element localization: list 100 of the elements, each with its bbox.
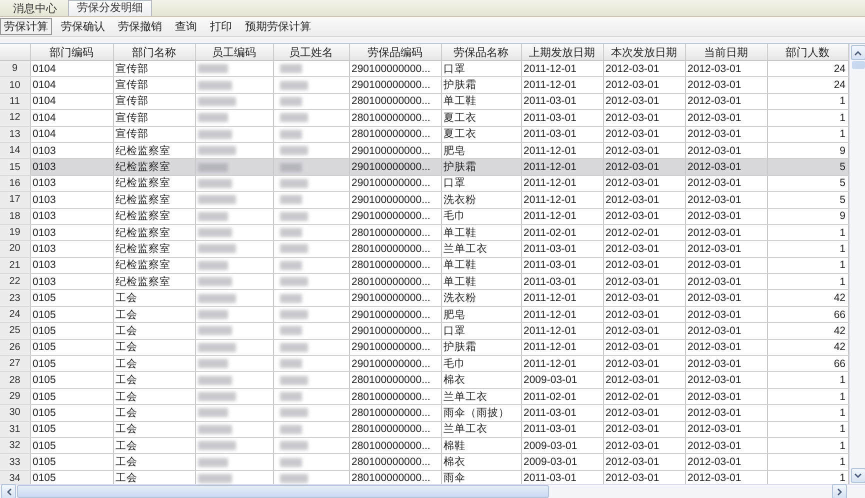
tab[interactable]: 消息中心 [4, 2, 66, 16]
blurred-text [198, 359, 228, 368]
table-row[interactable]: 14 0103 纪检监察室 290100000000... 肥皂 2011-12-01 2012-03-01 2012-03-01 9 [0, 142, 848, 159]
blurred-text [198, 244, 236, 254]
table-row[interactable]: 31 0105 工会 280100000000... 兰单工衣 2011-03-01 2012-03-01 2012-03-01 1 [0, 421, 848, 438]
table-cell: 2012-03-01 [603, 158, 685, 176]
table-row[interactable]: 18 0103 纪检监察室 290100000000... 毛巾 2011-12-01 2012-03-01 2012-03-01 9 [0, 208, 848, 224]
blurred-text [280, 474, 308, 483]
row-number: 22 [0, 274, 30, 290]
table-cell: 1 [767, 372, 848, 388]
table-cell: 雨伞（雨披） [441, 404, 521, 422]
scroll-right-button[interactable] [832, 484, 847, 498]
table-row[interactable]: 33 0105 工会 280100000000... 棉衣 2009-03-01 2012-03-01 2012-03-01 1 [0, 454, 848, 470]
toolbar-button[interactable]: 查询 [171, 18, 201, 35]
blurred-text [198, 326, 232, 336]
table-row[interactable]: 30 0105 工会 280100000000... 雨伞（雨披） 2011-03-01 2012-03-01 2012-03-01 1 [0, 404, 848, 422]
table-row[interactable]: 23 0105 工会 290100000000... 洗衣粉 2011-12-01 2012-03-01 2012-03-01 42 [0, 290, 848, 306]
table-cell: 0105 [30, 404, 113, 422]
blurred-text [198, 441, 236, 450]
table-cell: 护肤霜 [441, 158, 521, 176]
toolbar-button[interactable]: 打印 [206, 18, 236, 35]
table-row[interactable]: 25 0105 工会 290100000000... 口罩 2011-12-01 2012-03-01 2012-03-01 42 [0, 322, 848, 340]
table-cell: 棉衣 [441, 454, 521, 470]
table-cell: 2012-03-01 [603, 208, 685, 224]
table-row[interactable]: 19 0103 纪检监察室 280100000000... 单工鞋 2011-02-01 2012-02-01 2012-03-01 1 [0, 224, 848, 241]
table-row[interactable]: 28 0105 工会 280100000000... 棉衣 2009-03-01 2012-03-01 2012-03-01 1 [0, 372, 848, 388]
table-row[interactable]: 10 0104 宣传部 290100000000... 护肤霜 2011-12-01 2012-03-01 2012-03-01 24 [0, 76, 848, 94]
row-number: 32 [0, 437, 30, 454]
blurred-text [280, 392, 302, 401]
tab[interactable]: 劳保分发明细 [68, 0, 152, 16]
table-cell: 纪检监察室 [113, 208, 195, 224]
blurred-text [280, 441, 308, 450]
scrollbar-thumb[interactable] [852, 61, 864, 69]
table-cell: 2012-03-01 [685, 404, 767, 422]
blurred-text [280, 228, 302, 238]
table-row[interactable]: 16 0103 纪检监察室 290100000000... 口罩 2011-12-01 2012-03-01 2012-03-01 5 [0, 175, 848, 192]
table-row[interactable]: 20 0103 纪检监察室 280100000000... 兰单工衣 2011-03-01 2012-03-01 2012-03-01 1 [0, 240, 848, 258]
table-cell: 290100000000... [349, 290, 441, 306]
table-row[interactable]: 13 0104 宣传部 280100000000... 夏工衣 2011-03-01 2012-03-01 2012-03-01 1 [0, 126, 848, 142]
table-row[interactable]: 17 0103 纪检监察室 290100000000... 洗衣粉 2011-12-01 2012-03-01 2012-03-01 5 [0, 192, 848, 208]
scroll-down-button[interactable] [850, 468, 865, 483]
table-row[interactable]: 26 0105 工会 290100000000... 护肤霜 2011-12-01 2012-03-01 2012-03-01 42 [0, 339, 848, 356]
column-header[interactable]: 本次发放日期 [603, 44, 685, 60]
table-cell: 2011-03-01 [521, 240, 603, 258]
chevron-down-icon [854, 472, 862, 478]
table-row[interactable]: 29 0105 工会 280100000000... 兰单工衣 2011-02-01 2012-02-01 2012-03-01 1 [0, 388, 848, 405]
blurred-text [280, 195, 302, 204]
column-header[interactable]: 部门人数 [767, 44, 848, 60]
blurred-text [280, 376, 308, 385]
toolbar-button[interactable]: 劳保确认 [57, 18, 109, 35]
toolbar-button[interactable]: 劳保计算 [0, 18, 52, 35]
table-row[interactable]: 22 0103 纪检监察室 280100000000... 单工鞋 2011-03-01 2012-03-01 2012-03-01 1 [0, 274, 848, 290]
table-cell: 2011-12-01 [521, 76, 603, 94]
table-cell: 工会 [113, 322, 195, 340]
table-row[interactable]: 24 0105 工会 290100000000... 肥皂 2011-12-01 2012-03-01 2012-03-01 66 [0, 306, 848, 323]
table-cell: 290100000000... [349, 76, 441, 94]
column-header[interactable]: 员工姓名 [273, 44, 349, 60]
table-cell: 工会 [113, 290, 195, 306]
blurred-text [198, 64, 228, 74]
table-cell: 毛巾 [441, 208, 521, 224]
column-header[interactable]: 部门编码 [30, 44, 113, 60]
table-row[interactable]: 21 0103 纪检监察室 280100000000... 单工鞋 2011-03-01 2012-03-01 2012-03-01 1 [0, 257, 848, 274]
scroll-left-button[interactable] [1, 484, 16, 498]
table-row[interactable]: 9 0104 宣传部 290100000000... 口罩 2011-12-01 2012-03-01 2012-03-01 24 [0, 60, 848, 77]
toolbar-button[interactable]: 预期劳保计算 [241, 18, 315, 35]
column-header[interactable]: 当前日期 [685, 44, 767, 60]
column-header[interactable]: 上期发放日期 [521, 44, 603, 60]
column-header[interactable]: 员工编码 [195, 44, 273, 60]
table-cell: 2012-03-01 [603, 126, 685, 142]
column-header[interactable]: 劳保品名称 [441, 44, 521, 60]
table-cell: 5 [767, 192, 848, 208]
row-number: 17 [0, 192, 30, 208]
blurred-text [280, 260, 302, 270]
table-row[interactable]: 11 0104 宣传部 280100000000... 单工鞋 2011-03-01 2012-03-01 2012-03-01 1 [0, 93, 848, 110]
column-header[interactable]: 劳保品编码 [349, 44, 441, 60]
chevron-up-icon [854, 50, 862, 56]
table-cell: 2011-03-01 [521, 110, 603, 126]
table-cell: 42 [767, 290, 848, 306]
row-number: 26 [0, 339, 30, 356]
table-row[interactable]: 12 0104 宣传部 280100000000... 夏工衣 2011-03-01 2012-03-01 2012-03-01 1 [0, 110, 848, 126]
table-cell: 护肤霜 [441, 76, 521, 94]
table-cell: 280100000000... [349, 126, 441, 142]
table-cell: 棉衣 [441, 372, 521, 388]
chevron-right-icon [836, 488, 842, 496]
table-row[interactable]: 27 0105 工会 290100000000... 毛巾 2011-12-01 2012-03-01 2012-03-01 66 [0, 356, 848, 372]
blurred-text [280, 96, 302, 106]
scrollbar-thumb[interactable] [17, 485, 549, 498]
table-row[interactable]: 32 0105 工会 280100000000... 棉鞋 2009-03-01 2012-03-01 2012-03-01 1 [0, 437, 848, 454]
table-cell: 洗衣粉 [441, 192, 521, 208]
table-row[interactable]: 15 0103 纪检监察室 290100000000... 护肤霜 2011-12-01 2012-03-01 2012-03-01 5 [0, 158, 848, 176]
table-cell: 工会 [113, 372, 195, 388]
blurred-text [198, 408, 228, 418]
row-number: 13 [0, 126, 30, 142]
toolbar-button[interactable]: 劳保撤销 [114, 18, 166, 35]
column-header[interactable]: 部门名称 [113, 44, 195, 60]
scroll-up-button[interactable] [850, 45, 865, 60]
row-number: 29 [0, 388, 30, 405]
table-cell: 290100000000... [349, 192, 441, 208]
table-cell: 280100000000... [349, 372, 441, 388]
table-cell: 2012-03-01 [685, 322, 767, 340]
